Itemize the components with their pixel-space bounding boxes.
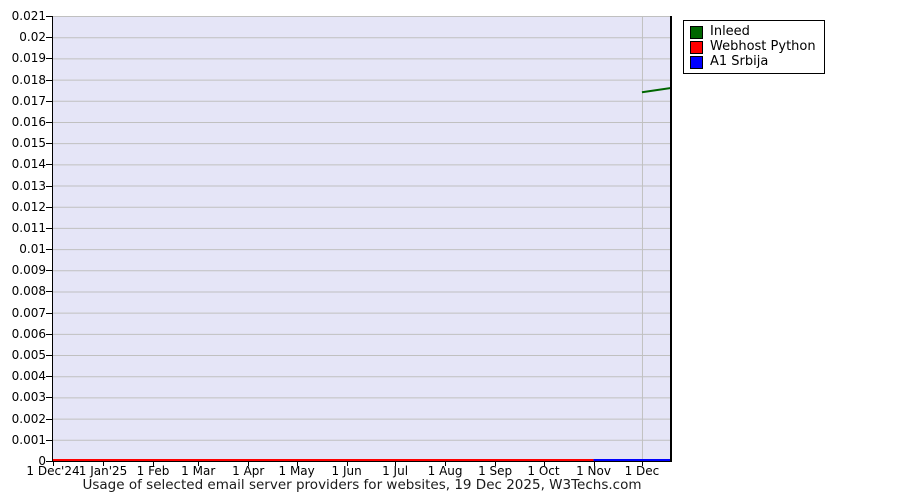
legend-label: A1 Srbija	[710, 54, 769, 69]
x-tick-label: 1 Dec	[624, 464, 660, 478]
y-tick-label: 0.009	[11, 263, 46, 278]
y-tick-label: 0.012	[11, 199, 46, 214]
y-tick-label: 0.018	[11, 72, 46, 87]
plot-right-border	[670, 16, 672, 462]
legend-item: A1 Srbija	[690, 55, 816, 69]
chart-title: Usage of selected email server providers…	[82, 477, 642, 493]
y-tick-label: 0.006	[11, 326, 46, 341]
legend: Inleed Webhost Python A1 Srbija	[683, 20, 825, 74]
y-tick-label: 0.015	[11, 136, 46, 151]
y-tick-label: 0.003	[11, 390, 46, 405]
legend-swatch-icon	[690, 25, 703, 39]
y-tick-label: 0.021	[11, 9, 46, 23]
legend-label: Webhost Python	[710, 39, 816, 54]
plot-area	[53, 16, 671, 461]
y-tick-label: 0.013	[11, 178, 46, 193]
plot-svg	[53, 16, 671, 461]
legend-item: Inleed	[690, 25, 816, 39]
y-tick-label: 0.017	[11, 93, 46, 108]
y-axis-line	[52, 16, 53, 462]
y-tick-label: 0.007	[11, 305, 46, 320]
y-tick-label: 0.008	[11, 284, 46, 299]
y-tick-label: 0.004	[11, 369, 46, 384]
y-tick-label: 0.02	[19, 30, 46, 45]
y-tick-label: 0.011	[11, 220, 46, 235]
legend-swatch-icon	[690, 40, 703, 54]
y-tick-label: 0.014	[11, 157, 46, 172]
legend-swatch-icon	[690, 55, 703, 69]
y-tick-label: 0.016	[11, 114, 46, 129]
y-tick-label: 0.001	[11, 432, 46, 447]
y-tick-label: 0.005	[11, 348, 46, 363]
y-tick-label: 0.002	[11, 411, 46, 426]
x-axis-line	[53, 461, 671, 462]
legend-label: Inleed	[710, 24, 750, 39]
y-tick-label: 0.019	[11, 51, 46, 66]
y-tick-label: 0.01	[19, 242, 46, 257]
w3techs-chart: 0 0.001 0.002 0.003 0.004 0.005 0.006 0.007 0.00…	[0, 0, 900, 500]
legend-item: Webhost Python	[690, 40, 816, 54]
series-line-inleed	[641, 87, 671, 94]
